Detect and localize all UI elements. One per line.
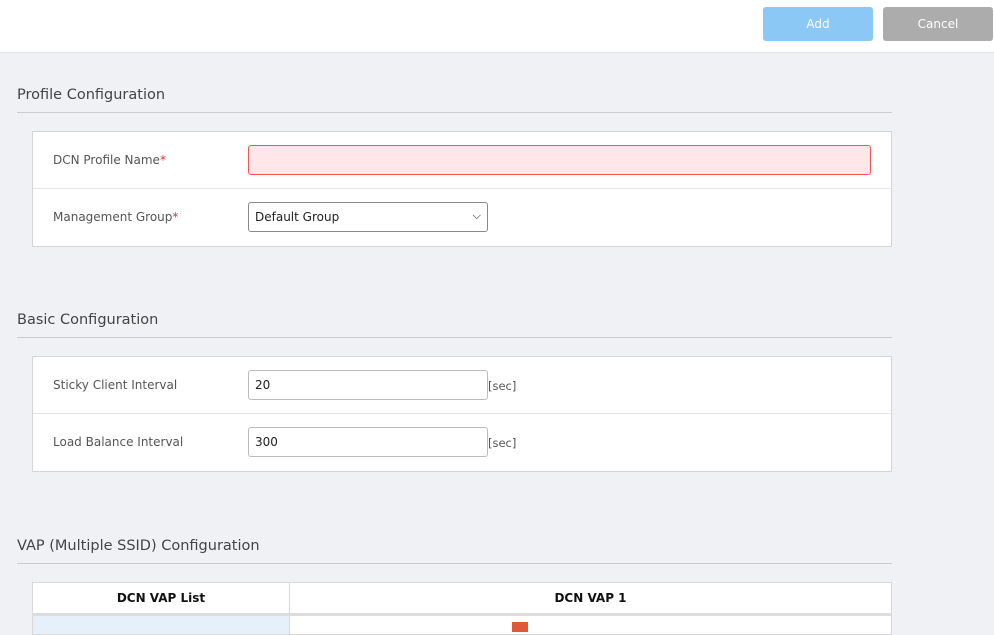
add-button[interactable]: Add	[763, 7, 873, 41]
vap-section-title: VAP (Multiple SSID) Configuration	[17, 538, 892, 564]
management-group-select[interactable]: Default Group ⌵	[248, 202, 488, 232]
sticky-interval-input[interactable]: 20	[248, 370, 488, 400]
top-toolbar: Add Cancel	[0, 0, 994, 53]
cancel-button[interactable]: Cancel	[883, 7, 993, 41]
vap-table: DCN VAP List DCN VAP 1	[32, 582, 892, 635]
profile-name-label: DCN Profile Name*	[53, 153, 166, 167]
vap-list-header: DCN VAP List	[32, 582, 290, 616]
vap-1-cell	[289, 614, 892, 635]
load-unit: [sec]	[488, 436, 517, 450]
sticky-label: Sticky Client Interval	[53, 378, 178, 392]
vap-list-cell[interactable]	[32, 614, 290, 635]
vap-1-header: DCN VAP 1	[289, 582, 892, 616]
load-interval-input[interactable]: 300	[248, 427, 488, 457]
basic-section-title: Basic Configuration	[17, 312, 892, 338]
basic-panel: Sticky Client Interval 20 [sec] Load Bala…	[32, 356, 892, 472]
management-group-label: Management Group*	[53, 210, 179, 224]
status-marker	[512, 622, 528, 632]
profile-panel: DCN Profile Name* Management Group* Defa…	[32, 131, 892, 247]
profile-section-title: Profile Configuration	[17, 87, 892, 113]
profile-name-input[interactable]	[248, 145, 871, 175]
load-label: Load Balance Interval	[53, 435, 184, 449]
chevron-down-icon: ⌵	[472, 209, 481, 222]
sticky-unit: [sec]	[488, 379, 517, 393]
